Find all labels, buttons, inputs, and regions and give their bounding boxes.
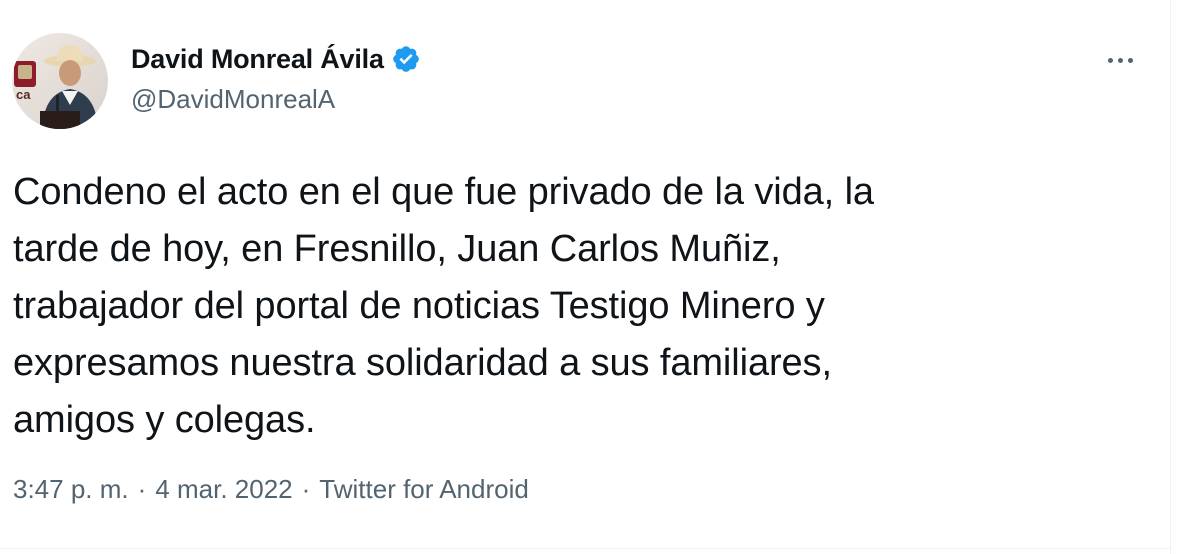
tweet-text-line: expresamos nuestra solidaridad a sus fam… <box>13 342 832 384</box>
tweet-time[interactable]: 3:47 p. m. <box>13 474 129 505</box>
more-options-icon <box>1107 57 1113 63</box>
tweet-text-line: Condeno el acto en el que fue privado de… <box>13 171 874 213</box>
tweet-date[interactable]: 4 mar. 2022 <box>155 474 292 505</box>
more-options-button[interactable] <box>1094 38 1146 82</box>
tweet-metadata: 3:47 p. m. · 4 mar. 2022 · Twitter for A… <box>13 474 529 505</box>
display-name[interactable]: David Monreal Ávila <box>131 44 384 75</box>
tweet-text-line: tarde de hoy, en Fresnillo, Juan Carlos … <box>13 228 781 270</box>
tweet-text: Condeno el acto en el que fue privado de… <box>13 164 1093 449</box>
divider <box>0 548 1170 549</box>
avatar[interactable]: ca <box>12 33 108 129</box>
verified-badge-icon <box>392 46 419 72</box>
tweet-source[interactable]: Twitter for Android <box>319 474 529 505</box>
user-handle[interactable]: @DavidMonrealA <box>131 84 335 115</box>
author-name-row: David Monreal Ávila <box>131 42 421 76</box>
avatar-text: ca <box>16 87 31 102</box>
separator: · <box>137 474 147 504</box>
divider <box>1170 0 1171 554</box>
profile-photo: ca <box>12 33 108 129</box>
tweet-text-line: trabajador del portal de noticias Testig… <box>13 285 825 327</box>
tweet-card: ca David Monreal Ávila @DavidMonrealA Co… <box>0 0 1196 554</box>
tweet-text-line: amigos y colegas. <box>13 399 316 441</box>
separator: · <box>301 474 311 504</box>
